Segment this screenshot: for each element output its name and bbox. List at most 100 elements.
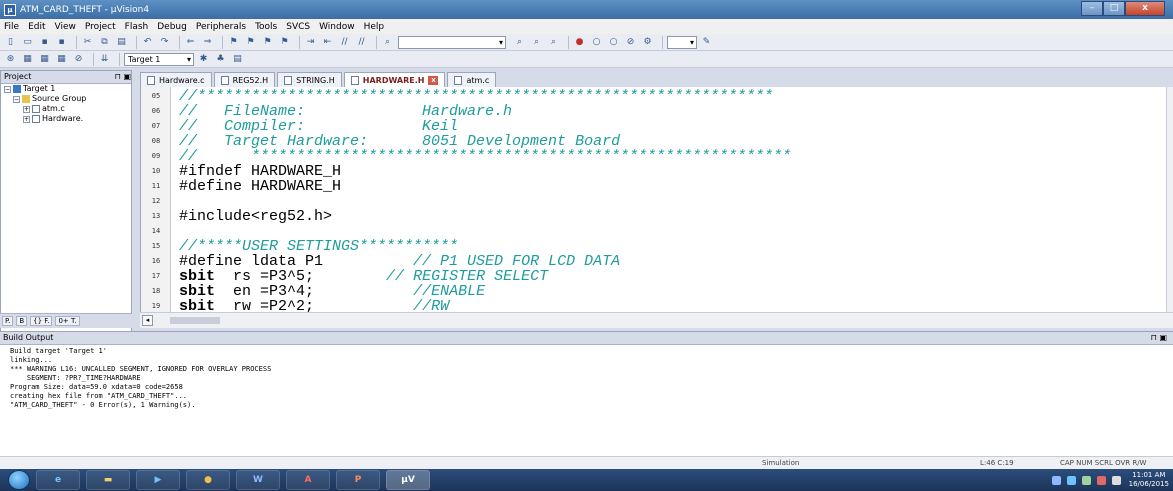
powerpoint-icon[interactable]: P (336, 470, 380, 490)
cut-icon[interactable]: ✂ (81, 36, 94, 49)
breakpoint-enable-icon[interactable]: ○ (590, 36, 603, 49)
navigate-forward-icon[interactable]: ⇒ (201, 36, 214, 49)
find-in-files-icon[interactable]: ⌕ (381, 36, 394, 49)
target-icon (13, 85, 21, 93)
tab-atm-c[interactable]: atm.c (447, 72, 497, 87)
file-explorer-icon[interactable]: ▬ (86, 470, 130, 490)
menu-help[interactable]: Help (364, 22, 385, 32)
tab-string-h[interactable]: STRING.H (277, 72, 342, 87)
unindent-icon[interactable]: ⇤ (321, 36, 334, 49)
panel-pin-icon[interactable]: ⊓ ▣ (1151, 332, 1167, 344)
tree-item-source-group[interactable]: − Source Group (1, 94, 131, 104)
menu-project[interactable]: Project (85, 22, 116, 32)
breakpoint-disable-icon[interactable]: ○ (607, 36, 620, 49)
collapse-icon[interactable]: − (4, 85, 11, 93)
alert-icon[interactable] (1096, 475, 1106, 485)
tree-item-target[interactable]: − Target 1 (1, 84, 131, 94)
menu-debug[interactable]: Debug (157, 22, 187, 32)
line-text: sbit rw =P2^2; //RW (171, 298, 449, 313)
windows-combo[interactable] (667, 35, 697, 49)
show-hidden-icons-icon[interactable] (1051, 475, 1061, 485)
configuration-icon[interactable]: ⚙ (641, 36, 654, 49)
file-extensions-icon[interactable]: ▤ (231, 53, 244, 66)
volume-icon[interactable] (1111, 475, 1121, 485)
chrome-icon[interactable]: ● (186, 470, 230, 490)
breakpoint-icon[interactable]: ● (573, 36, 586, 49)
tab-templates[interactable]: 0+ T. (55, 316, 80, 326)
paste-icon[interactable]: ▤ (115, 36, 128, 49)
tab-hardware-c[interactable]: Hardware.c (140, 72, 212, 87)
undo-icon[interactable]: ↶ (141, 36, 154, 49)
prev-bookmark-icon[interactable]: ⚑ (244, 36, 257, 49)
collapse-icon[interactable]: − (13, 95, 20, 103)
save-icon[interactable]: ▪ (38, 36, 51, 49)
stop-build-icon[interactable]: ⊘ (72, 53, 85, 66)
bookmark-icon[interactable]: ⚑ (227, 36, 240, 49)
build-icon[interactable]: ▦ (21, 53, 34, 66)
word-icon[interactable]: W (236, 470, 280, 490)
menu-flash[interactable]: Flash (125, 22, 149, 32)
download-icon[interactable]: ⇊ (98, 53, 111, 66)
expand-icon[interactable]: + (23, 115, 30, 123)
next-bookmark-icon[interactable]: ⚑ (261, 36, 274, 49)
tab-books[interactable]: B (16, 316, 28, 326)
batch-build-icon[interactable]: ▦ (55, 53, 68, 66)
expand-icon[interactable]: + (23, 105, 30, 113)
find-icon[interactable]: ⌕ (513, 36, 526, 49)
tab-project[interactable]: P. (2, 316, 14, 326)
menu-window[interactable]: Window (319, 22, 355, 32)
clock[interactable]: 11:01 AM 16/06/2015 (1129, 471, 1169, 489)
incremental-find-icon[interactable]: ⌕ (530, 36, 543, 49)
tab-reg52-h[interactable]: REG52.H (213, 72, 276, 87)
tools-icon[interactable]: ✎ (700, 36, 713, 49)
tree-item-atm-c[interactable]: + atm.c (1, 104, 131, 114)
redo-icon[interactable]: ↷ (158, 36, 171, 49)
menu-view[interactable]: View (55, 22, 76, 32)
editor-vertical-scrollbar[interactable] (1166, 87, 1173, 312)
maximize-button[interactable]: □ (1103, 1, 1125, 16)
translate-icon[interactable]: ⊛ (4, 53, 17, 66)
action-center-icon[interactable] (1066, 475, 1076, 485)
debug-session-icon[interactable]: ⌕ (547, 36, 560, 49)
internet-explorer-icon[interactable]: e (36, 470, 80, 490)
start-button[interactable] (8, 470, 30, 490)
manage-components-icon[interactable]: ♣ (214, 53, 227, 66)
tree-item-hardware[interactable]: + Hardware. (1, 114, 131, 124)
code-line[interactable]: 19 sbit rw =P2^2; //RW (141, 297, 1166, 313)
scroll-left-icon[interactable]: ◂ (142, 315, 153, 326)
code-editor[interactable]: 05//************************************… (140, 87, 1166, 312)
target-options-icon[interactable]: ✱ (197, 53, 210, 66)
find-combo[interactable] (398, 35, 506, 49)
menu-svcs[interactable]: SVCS (286, 22, 310, 32)
tab-label: REG52.H (232, 75, 269, 85)
menu-edit[interactable]: Edit (28, 22, 45, 32)
clear-bookmarks-icon[interactable]: ⚑ (278, 36, 291, 49)
panel-pin-icon[interactable]: ⊓ ▣ (115, 71, 131, 83)
network-icon[interactable] (1081, 475, 1091, 485)
acrobat-icon[interactable]: A (286, 470, 330, 490)
comment-icon[interactable]: // (338, 36, 351, 49)
scroll-thumb[interactable] (170, 317, 220, 324)
new-file-icon[interactable]: ▯ (4, 36, 17, 49)
save-all-icon[interactable]: ▪ (55, 36, 68, 49)
rebuild-icon[interactable]: ▦ (38, 53, 51, 66)
navigate-back-icon[interactable]: ⇐ (184, 36, 197, 49)
kill-breakpoints-icon[interactable]: ⊘ (624, 36, 637, 49)
uvision-taskbar-icon[interactable]: µV (386, 470, 430, 490)
tab-hardware-h[interactable]: HARDWARE.H x (343, 72, 446, 87)
build-output-panel[interactable]: Build target 'Target 1' linking... *** W… (0, 344, 1173, 469)
indent-icon[interactable]: ⇥ (304, 36, 317, 49)
media-player-icon[interactable]: ▶ (136, 470, 180, 490)
menu-tools[interactable]: Tools (255, 22, 277, 32)
tab-functions[interactable]: {} F. (30, 316, 53, 326)
open-folder-icon[interactable]: ▭ (21, 36, 34, 49)
target-select[interactable]: Target 1 (124, 52, 194, 66)
close-tab-icon[interactable]: x (428, 75, 439, 85)
menu-file[interactable]: File (4, 22, 19, 32)
close-button[interactable]: x (1125, 1, 1165, 16)
editor-horizontal-scrollbar[interactable]: ◂ (140, 312, 1173, 328)
menu-peripherals[interactable]: Peripherals (196, 22, 246, 32)
uncomment-icon[interactable]: // (355, 36, 368, 49)
copy-icon[interactable]: ⧉ (98, 36, 111, 49)
minimize-button[interactable]: – (1081, 1, 1103, 16)
